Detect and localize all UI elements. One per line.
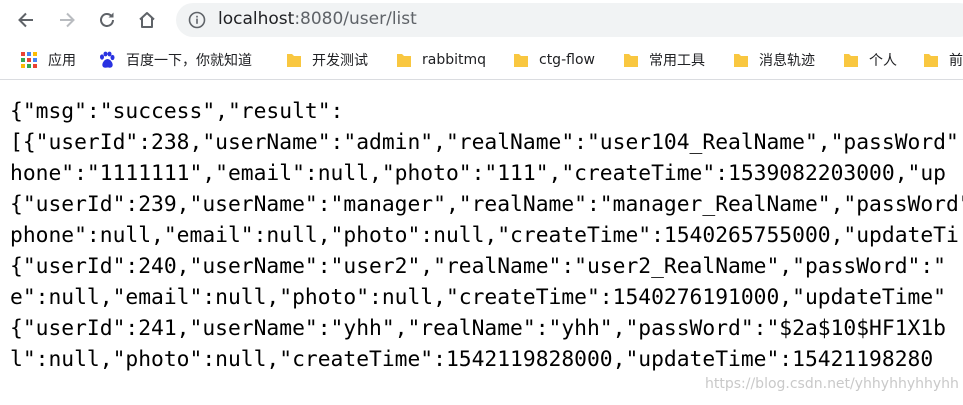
back-button[interactable] [11, 5, 41, 35]
json-line: {"userId":240,"userName":"user2","realNa… [10, 254, 946, 279]
json-line: {"userId":239,"userName":"manager","real… [10, 192, 963, 217]
folder-icon [924, 54, 938, 67]
bookmark-label: 消息轨迹 [759, 53, 815, 69]
json-line: {"msg":"success","result": [10, 99, 344, 124]
bookmark-folder-dev-test[interactable]: 开发测试 [286, 50, 368, 70]
bookmark-label: rabbitmq [422, 52, 487, 68]
url-text[interactable]: localhost:8080/user/list [218, 9, 417, 29]
bookmark-label: 百度一下，你就知道 [126, 53, 252, 69]
folder-icon [397, 54, 411, 67]
json-line: l":null,"photo":null,"createTime":154211… [10, 347, 934, 372]
bookmark-label: 前 [949, 53, 963, 69]
bookmark-baidu[interactable]: 百度一下，你就知道 [98, 50, 252, 70]
json-line: e":null,"email":null,"photo":null,"creat… [10, 285, 946, 310]
browser-toolbar: localhost:8080/user/list [0, 0, 963, 40]
bookmark-folder-rabbitmq[interactable]: rabbitmq [396, 50, 486, 70]
reload-button[interactable] [92, 5, 122, 35]
bookmark-label: 个人 [869, 53, 897, 69]
folder-icon [514, 54, 528, 67]
bookmark-folder-front[interactable]: 前 [923, 50, 963, 70]
folder-icon [624, 54, 638, 67]
bookmark-apps[interactable]: 应用 [20, 50, 76, 70]
json-line: {"userId":241,"userName":"yhh","realName… [10, 316, 946, 341]
bookmark-folder-ctg-flow[interactable]: ctg-flow [513, 50, 595, 70]
home-icon [139, 12, 155, 28]
apps-grid-icon [21, 52, 37, 68]
bookmark-label: 开发测试 [312, 53, 368, 69]
forward-arrow-icon [60, 12, 75, 28]
home-button[interactable] [132, 5, 162, 35]
json-line: phone":null,"email":null,"photo":null,"c… [10, 223, 959, 248]
bookmarks-bar: 应用 百度一下，你就知道 开发测试 rabbitmq ctg-flow 常用工具… [0, 40, 963, 80]
info-icon[interactable] [188, 11, 206, 29]
bookmark-label: 应用 [48, 53, 76, 69]
reload-icon [100, 12, 114, 27]
forward-button[interactable] [52, 5, 82, 35]
bookmark-folder-common-tools[interactable]: 常用工具 [623, 50, 705, 70]
bookmark-folder-personal[interactable]: 个人 [843, 50, 897, 70]
address-bar[interactable]: localhost:8080/user/list [176, 3, 963, 37]
folder-icon [844, 54, 858, 67]
bookmark-label: ctg-flow [539, 52, 595, 68]
url-path: :8080/user/list [294, 9, 417, 29]
json-line: [{"userId":238,"userName":"admin","realN… [10, 130, 959, 155]
json-response-body: {"msg":"success","result": [{"userId":23… [10, 96, 963, 396]
url-host: localhost [218, 9, 295, 29]
folder-icon [734, 54, 748, 67]
folder-icon [287, 54, 301, 67]
json-line: hone":"1111111","email":null,"photo":"11… [10, 161, 946, 186]
watermark-text: https://blog.csdn.net/yhhyhhyhhyhh [705, 376, 959, 392]
bookmark-label: 常用工具 [649, 53, 705, 69]
baidu-paw-icon [100, 51, 115, 68]
back-arrow-icon [18, 12, 33, 28]
bookmark-folder-message-trace[interactable]: 消息轨迹 [733, 50, 815, 70]
